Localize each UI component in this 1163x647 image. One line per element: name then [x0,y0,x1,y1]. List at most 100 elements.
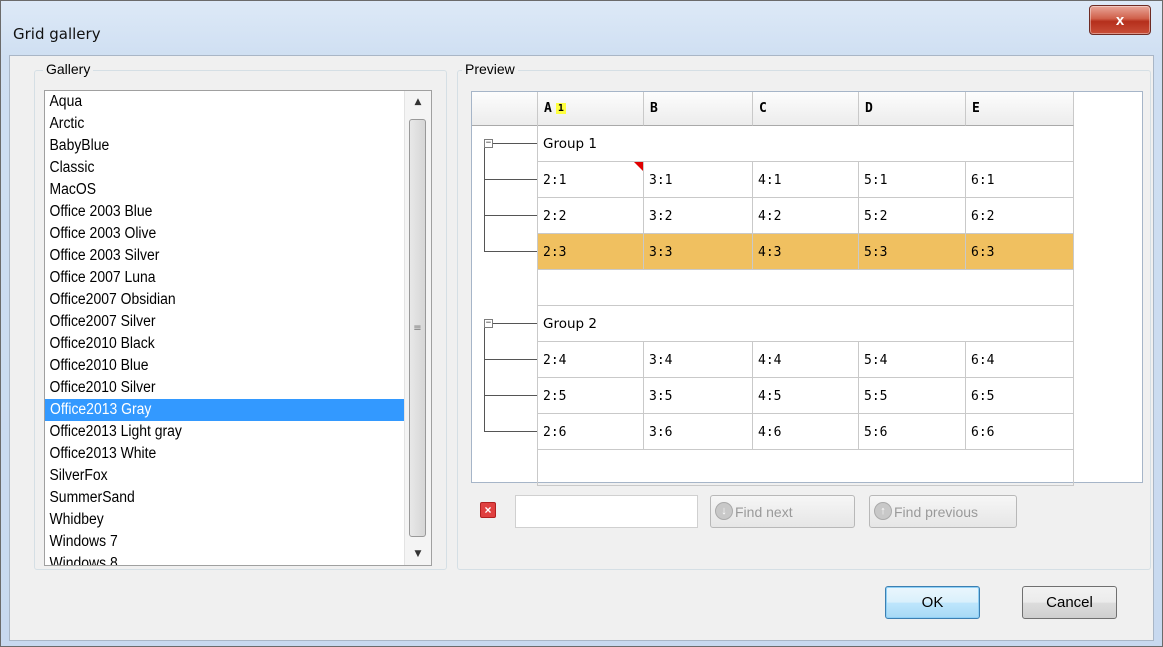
grid-row-header-border [537,92,538,486]
grid-gallery-dialog: Grid gallery x Gallery Aqua Arctic BabyBlu… [0,0,1163,647]
grid-cell[interactable]: 3:5 [644,378,753,414]
cell-note-marker [634,162,643,171]
column-header-label: E [972,101,980,116]
gallery-item[interactable]: Office 2003 Blue [45,201,369,223]
grid-cell[interactable]: 4:6 [753,414,859,450]
grid-cell[interactable]: 4:5 [753,378,859,414]
grid-cell[interactable]: 6:2 [966,198,1074,234]
find-close-button[interactable]: × [480,502,496,518]
find-previous-button[interactable]: ↑ Find previous [869,495,1017,528]
gallery-item[interactable]: Office 2007 Luna [45,267,369,289]
gallery-listbox[interactable]: Aqua Arctic BabyBlue Classic MacOS Office 200… [44,90,432,566]
grid-cell[interactable]: 3:3 [644,234,753,270]
gallery-item-label: Office2007 Obsidian [49,291,176,308]
find-next-button[interactable]: ↓ Find next [710,495,855,528]
gallery-item[interactable]: Office2013 Gray [45,399,405,421]
column-header-e[interactable]: E [966,92,1074,126]
column-header-label: A [544,101,552,116]
scroll-down-arrow-icon[interactable]: ▼ [405,543,431,565]
gallery-item-label: Office 2003 Silver [49,247,160,264]
title-bar[interactable]: Grid gallery x [1,1,1162,55]
cancel-button[interactable]: Cancel [1022,586,1117,619]
close-button[interactable]: x [1089,5,1151,35]
grid-cell[interactable]: 5:4 [859,342,966,378]
column-header-d[interactable]: D [859,92,966,126]
preview-group-label: Preview [462,61,518,77]
gallery-item[interactable]: Office2013 Light gray [45,421,369,443]
gallery-group: Gallery Aqua Arctic BabyBlue Classic MacOS Of… [34,61,447,570]
grid-cell[interactable]: 3:2 [644,198,753,234]
grid-cell[interactable]: 2:3 [538,234,644,270]
grid-cell[interactable]: 4:2 [753,198,859,234]
tree-line [484,148,485,251]
find-bar: × ↓ Find next ↑ Find previous [471,494,1143,534]
grid-cell[interactable]: 2:1 [538,162,644,198]
column-header-b[interactable]: B [644,92,753,126]
grid-cell[interactable]: 6:5 [966,378,1074,414]
grid-cell[interactable]: 2:5 [538,378,644,414]
group-row[interactable]: Group 2 [538,306,1074,342]
grid-cell[interactable]: 6:6 [966,414,1074,450]
grid-cell[interactable]: 5:5 [859,378,966,414]
gallery-item[interactable]: Office 2003 Olive [45,223,369,245]
grid-cell[interactable]: 4:1 [753,162,859,198]
grip-icon: ≡ [413,322,422,334]
preview-grid[interactable]: A 1 B C D E Group 1−2:1 3:1 4:1 5:1 6:1 2:2 3:2 4:2 5:… [471,91,1143,486]
grid-cell[interactable]: 5:3 [859,234,966,270]
scrollbar-thumb[interactable]: ≡ [409,119,426,537]
gallery-item[interactable]: Office2007 Silver [45,311,369,333]
tree-line [484,251,538,252]
gallery-item[interactable]: Office2010 Silver [45,377,369,399]
column-header-label: D [865,101,873,116]
gallery-item-label: Windows 8 [49,555,118,566]
gallery-item[interactable]: Whidbey [45,509,369,531]
gallery-item-label: Classic [49,159,95,176]
gallery-item-label: SummerSand [49,489,135,506]
gallery-item-label: Office2013 Gray [50,401,152,418]
grid-cell[interactable]: 3:1 [644,162,753,198]
gallery-item[interactable]: Windows 8 [45,553,369,566]
gallery-item[interactable]: SummerSand [45,487,369,509]
gallery-item[interactable]: Arctic [45,113,369,135]
group-row[interactable]: Group 1 [538,126,1074,162]
gallery-item-label: MacOS [49,181,97,198]
collapse-icon[interactable]: − [484,319,493,328]
grid-cell[interactable]: 4:3 [753,234,859,270]
grid-cell[interactable]: 6:1 [966,162,1074,198]
collapse-icon[interactable]: − [484,139,493,148]
gallery-item[interactable]: BabyBlue [45,135,369,157]
find-input[interactable] [515,495,698,528]
ok-label: OK [921,594,944,611]
grid-cell[interactable]: 3:4 [644,342,753,378]
column-header-c[interactable]: C [753,92,859,126]
gallery-item[interactable]: Windows 7 [45,531,369,553]
column-header-label: C [759,101,767,116]
grid-cell[interactable]: 5:2 [859,198,966,234]
grid-cell[interactable]: 6:3 [966,234,1074,270]
gallery-item[interactable]: Office2013 White [45,443,369,465]
empty-row [538,270,1074,306]
gallery-item[interactable]: MacOS [45,179,369,201]
grid-cell[interactable]: 5:6 [859,414,966,450]
gallery-item[interactable]: Office2007 Obsidian [45,289,369,311]
gallery-item[interactable]: Office2010 Black [45,333,369,355]
scroll-up-arrow-icon[interactable]: ▲ [405,91,431,113]
gallery-item-label: SilverFox [49,467,108,484]
column-header-a[interactable]: A1 [538,92,644,126]
gallery-item[interactable]: Aqua [45,91,369,113]
grid-cell[interactable]: 6:4 [966,342,1074,378]
gallery-item[interactable]: Classic [45,157,369,179]
gallery-item[interactable]: Office 2003 Silver [45,245,369,267]
grid-cell[interactable]: 2:4 [538,342,644,378]
ok-button[interactable]: OK [885,586,980,619]
dialog-client-area: Gallery Aqua Arctic BabyBlue Classic MacOS Of… [9,55,1154,641]
grid-cell[interactable]: 2:6 [538,414,644,450]
gallery-item-label: Office2007 Silver [49,313,156,330]
gallery-item[interactable]: Office2010 Blue [45,355,369,377]
grid-cell[interactable]: 2:2 [538,198,644,234]
vertical-scrollbar[interactable]: ▲ ≡ ▼ [404,91,431,565]
grid-cell[interactable]: 3:6 [644,414,753,450]
gallery-item[interactable]: SilverFox [45,465,369,487]
grid-cell[interactable]: 5:1 [859,162,966,198]
grid-cell[interactable]: 4:4 [753,342,859,378]
